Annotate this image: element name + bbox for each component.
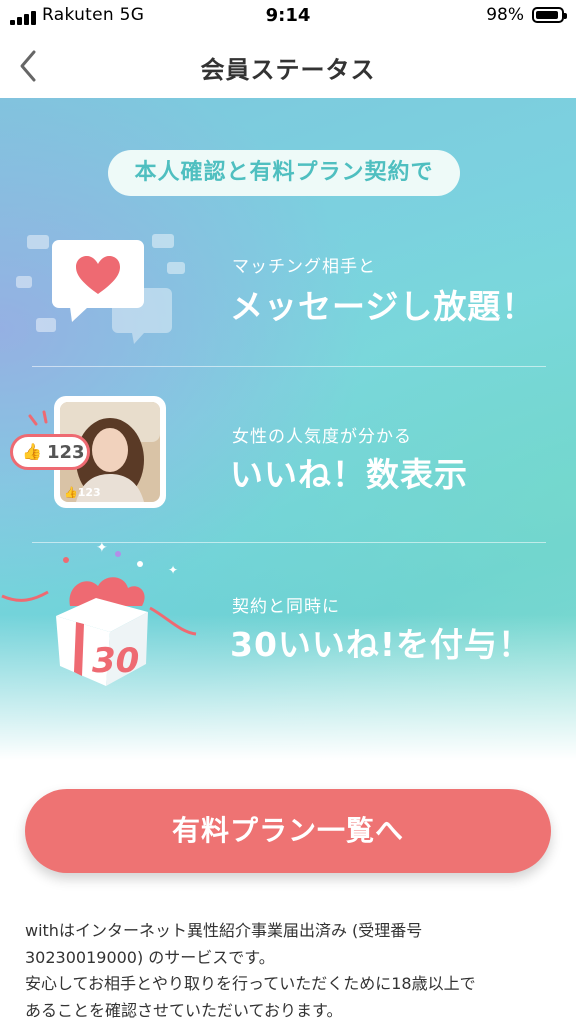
notice-line: withはインターネット異性紹介事業届出済み (受理番号	[25, 921, 423, 940]
feature-3-caption: 契約と同時に	[232, 597, 340, 617]
chat-heart-icon	[16, 234, 185, 344]
like-count-small: 👍123	[64, 486, 101, 499]
feature-1-headline: メッセージし放題！	[230, 287, 536, 326]
thumbs-up-icon: 👍	[22, 442, 42, 461]
like-count: 123	[47, 442, 85, 463]
benefits-hero: 本人確認と有料プラン契約で マッチング相手と メッセージし放題！ 👍 123 👍…	[0, 98, 576, 760]
status-bar: Rakuten 5G 9:14 98%	[0, 0, 576, 34]
svg-text:✦: ✦	[96, 540, 108, 556]
legal-notice: withはインターネット異性紹介事業届出済み (受理番号 30230019000…	[25, 918, 555, 1024]
feature-1-caption: マッチング相手と	[232, 257, 376, 277]
feature-3-headline: 30いいね!を付与！	[230, 625, 532, 664]
notice-line: 安心してお相手とやり取りを行っていただくために18歳以上で	[25, 974, 476, 993]
paid-plans-button[interactable]: 有料プラン一覧へ	[25, 789, 551, 873]
gift-number: 30	[92, 641, 139, 681]
feature-2-headline: いいね！数表示	[230, 455, 468, 494]
feature-2-caption: 女性の人気度が分かる	[232, 427, 412, 447]
notice-line: あることを確認させていただいております。	[25, 1000, 343, 1020]
like-count-badge: 👍 123	[10, 434, 90, 470]
battery-icon	[532, 7, 567, 23]
page-title: 会員ステータス	[200, 56, 376, 84]
nav-bar: 会員ステータス	[0, 34, 576, 98]
svg-text:✦: ✦	[168, 563, 178, 577]
divider	[32, 366, 546, 367]
gift-box-icon: ✦ ✦ 30	[1, 540, 197, 686]
battery-percent: 98%	[486, 5, 524, 25]
thumbs-up-icon: 👍	[64, 486, 78, 499]
benefits-banner: 本人確認と有料プラン契約で	[108, 150, 460, 196]
notice-line: 30230019000) のサービスです。	[25, 947, 275, 967]
